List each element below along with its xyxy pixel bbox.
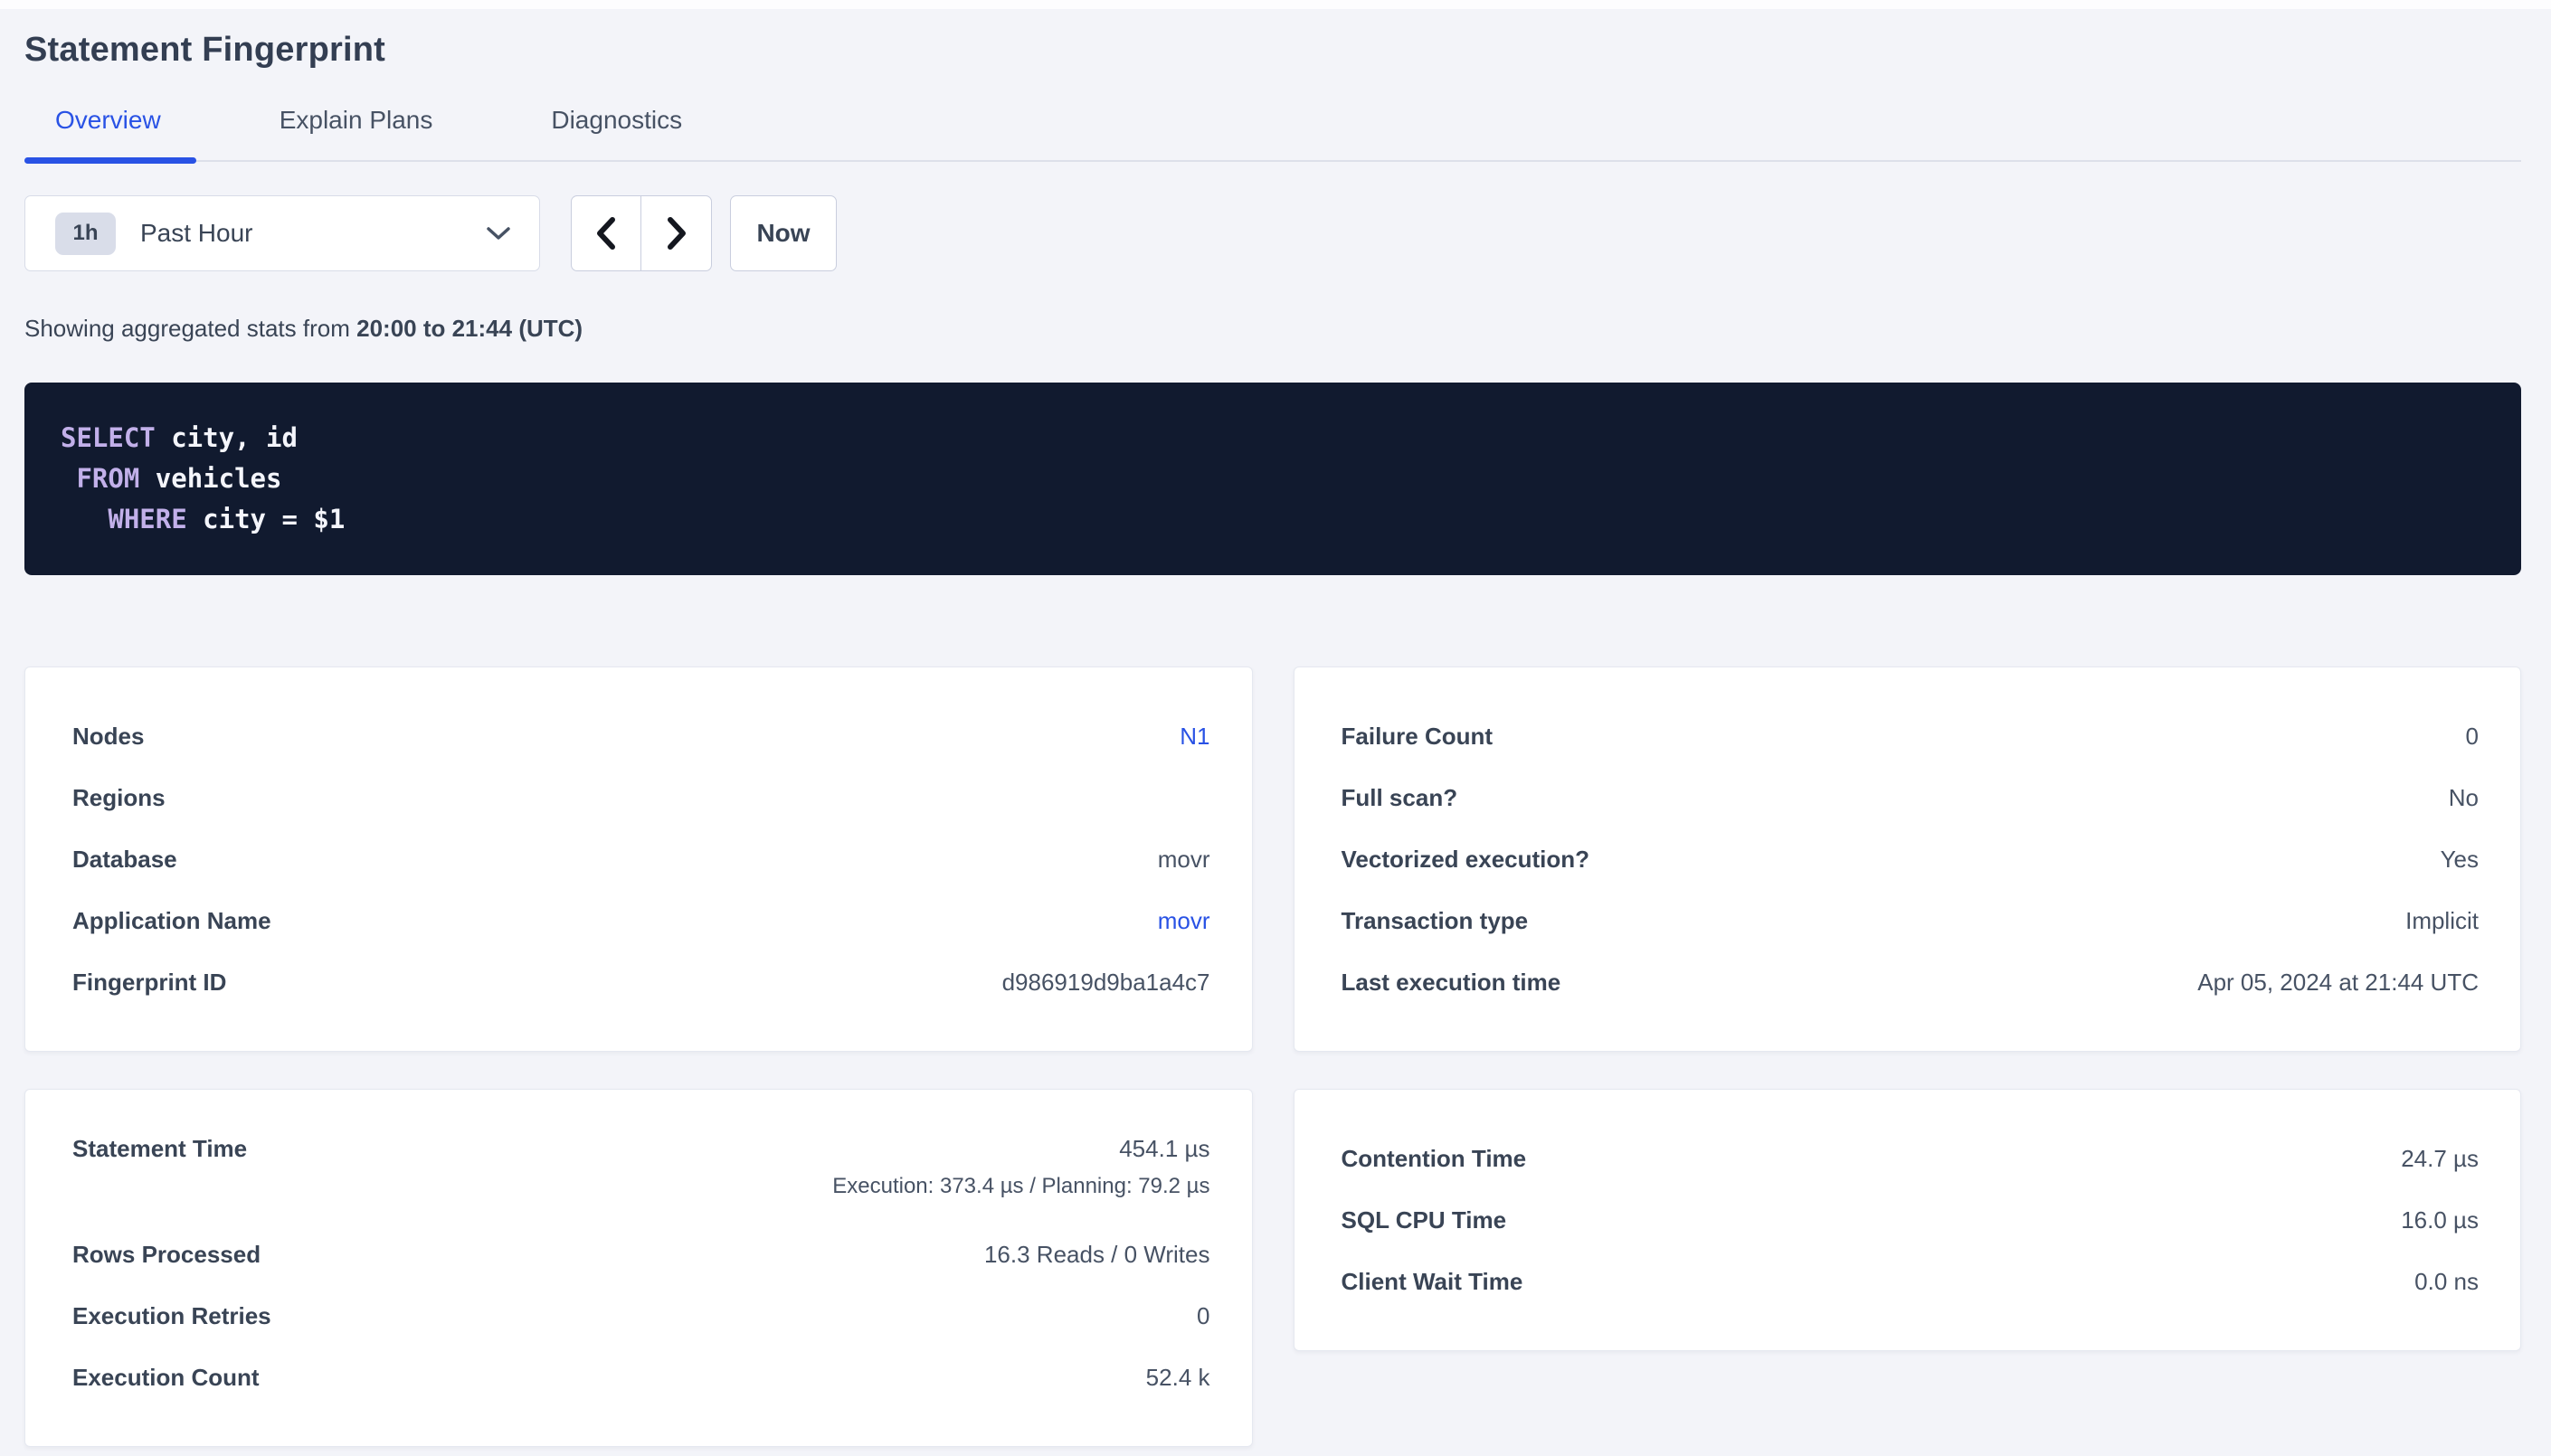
row-value: d986919d9ba1a4c7 — [1002, 969, 1210, 997]
summary-row-rows-processed: Rows Processed 16.3 Reads / 0 Writes — [72, 1224, 1210, 1285]
timings-card: Statement Time 454.1 µs Execution: 373.4… — [24, 1089, 1253, 1447]
page-title: Statement Fingerprint — [24, 31, 2521, 70]
aggregated-stats-line: Showing aggregated stats from 20:00 to 2… — [24, 315, 2521, 343]
chevron-right-icon — [665, 215, 688, 251]
statement-time-breakdown: Execution: 373.4 µs / Planning: 79.2 µs — [832, 1174, 1209, 1199]
row-label: Contention Time — [1342, 1145, 1527, 1173]
summary-row-fingerprint-id: Fingerprint ID d986919d9ba1a4c7 — [72, 951, 1210, 1013]
summary-row-execution-count: Execution Count 52.4 k — [72, 1347, 1210, 1408]
row-value: Apr 05, 2024 at 21:44 UTC — [2197, 969, 2479, 997]
now-button[interactable]: Now — [730, 195, 837, 271]
row-value: Implicit — [2405, 907, 2479, 935]
overview-card: Nodes N1 Regions Database movr Applicati… — [24, 667, 1253, 1052]
nodes-link[interactable]: N1 — [1180, 723, 1209, 751]
summary-row-statement-time: Statement Time 454.1 µs Execution: 373.4… — [72, 1128, 1210, 1224]
application-name-link[interactable]: movr — [1158, 907, 1210, 935]
next-interval-button[interactable] — [641, 196, 711, 270]
statement-fingerprint-page: Statement Fingerprint Overview Explain P… — [0, 31, 2551, 1447]
sql-line: FROM vehicles — [61, 463, 281, 494]
wait-times-card: Contention Time 24.7 µs SQL CPU Time 16.… — [1294, 1089, 2522, 1351]
row-value: 24.7 µs — [2401, 1145, 2479, 1173]
summary-row-vectorized: Vectorized execution? Yes — [1342, 828, 2480, 890]
sql-line: SELECT city, id — [61, 422, 298, 453]
attributes-card: Failure Count 0 Full scan? No Vectorized… — [1294, 667, 2522, 1052]
row-label: Failure Count — [1342, 723, 1494, 751]
top-strip — [0, 0, 2551, 9]
tab-diagnostics[interactable]: Diagnostics — [551, 108, 682, 160]
row-label: Statement Time — [72, 1135, 247, 1163]
row-value: 16.3 Reads / 0 Writes — [984, 1241, 1210, 1269]
row-value: 52.4 k — [1146, 1364, 1210, 1392]
tab-overview[interactable]: Overview — [55, 108, 161, 160]
row-value: 0.0 ns — [2414, 1268, 2479, 1296]
row-value: 0 — [1197, 1302, 1209, 1330]
prev-interval-button[interactable] — [572, 196, 641, 270]
row-label: Last execution time — [1342, 969, 1561, 997]
row-label: Vectorized execution? — [1342, 846, 1590, 874]
row-label: Rows Processed — [72, 1241, 261, 1269]
sql-keyword: FROM — [76, 463, 139, 494]
summary-row-execution-retries: Execution Retries 0 — [72, 1285, 1210, 1347]
tab-bar: Overview Explain Plans Diagnostics — [24, 108, 2521, 162]
summary-row-nodes: Nodes N1 — [72, 705, 1210, 767]
time-toolbar: 1h Past Hour Now — [24, 195, 2521, 271]
row-value: Yes — [2441, 846, 2479, 874]
summary-row-last-execution-time: Last execution time Apr 05, 2024 at 21:4… — [1342, 951, 2480, 1013]
row-value: 16.0 µs — [2401, 1206, 2479, 1234]
summary-row-full-scan: Full scan? No — [1342, 767, 2480, 828]
summary-row-client-wait-time: Client Wait Time 0.0 ns — [1342, 1251, 2480, 1312]
row-value: 0 — [2466, 723, 2479, 751]
row-label: Application Name — [72, 907, 271, 935]
row-value: movr — [1158, 846, 1210, 874]
sql-statement-box: SELECT city, id FROM vehicles WHERE city… — [24, 383, 2521, 575]
row-label: Execution Count — [72, 1364, 260, 1392]
row-value: 454.1 µs — [1119, 1135, 1209, 1163]
row-label: Regions — [72, 784, 166, 812]
time-step-group — [571, 195, 712, 271]
summary-row-sql-cpu-time: SQL CPU Time 16.0 µs — [1342, 1189, 2480, 1251]
row-label: Database — [72, 846, 177, 874]
row-label: Client Wait Time — [1342, 1268, 1523, 1296]
row-label: Transaction type — [1342, 907, 1529, 935]
row-label: SQL CPU Time — [1342, 1206, 1507, 1234]
time-range-dropdown[interactable]: 1h Past Hour — [24, 195, 540, 271]
summary-row-transaction-type: Transaction type Implicit — [1342, 890, 2480, 951]
summary-row-database: Database movr — [72, 828, 1210, 890]
chevron-down-icon — [485, 225, 512, 241]
tab-explain-plans[interactable]: Explain Plans — [280, 108, 433, 160]
sql-keyword: WHERE — [108, 504, 186, 534]
row-label: Full scan? — [1342, 784, 1458, 812]
interval-badge: 1h — [55, 213, 116, 255]
row-value: No — [2449, 784, 2479, 812]
stats-line-range: 20:00 to 21:44 (UTC) — [356, 315, 583, 342]
active-tab-underline — [24, 157, 196, 164]
row-label: Nodes — [72, 723, 144, 751]
row-label: Fingerprint ID — [72, 969, 226, 997]
stats-line-prefix: Showing aggregated stats from — [24, 315, 356, 342]
statement-time-values: 454.1 µs Execution: 373.4 µs / Planning:… — [832, 1135, 1209, 1199]
sql-keyword: SELECT — [61, 422, 156, 453]
summary-row-failure-count: Failure Count 0 — [1342, 705, 2480, 767]
summary-row-application-name: Application Name movr — [72, 890, 1210, 951]
row-label: Execution Retries — [72, 1302, 271, 1330]
sql-line: WHERE city = $1 — [61, 504, 345, 534]
time-range-label: Past Hour — [140, 219, 253, 248]
summary-cards: Nodes N1 Regions Database movr Applicati… — [24, 667, 2521, 1447]
summary-row-regions: Regions — [72, 767, 1210, 828]
summary-row-contention-time: Contention Time 24.7 µs — [1342, 1128, 2480, 1189]
chevron-left-icon — [594, 215, 618, 251]
